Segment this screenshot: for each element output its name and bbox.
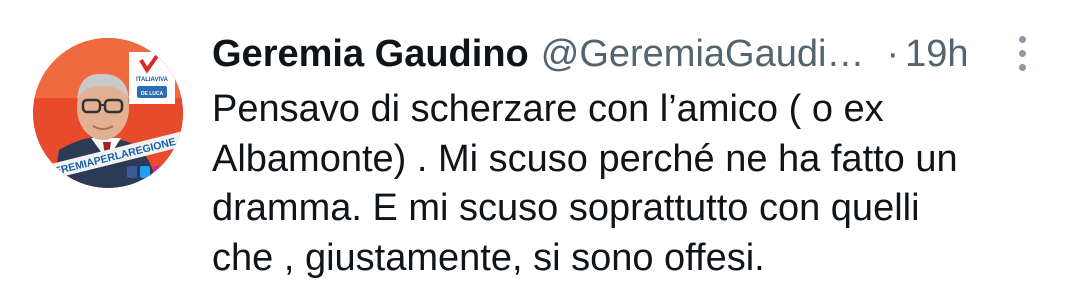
twitter-icon bbox=[140, 166, 150, 178]
separator-dot: · bbox=[886, 33, 900, 75]
tweet-text: Pensavo di scherzare con l’amico ( o ex … bbox=[212, 85, 1032, 283]
party-sub-text: DE LUCA bbox=[141, 91, 164, 97]
tweet-text-line: Albamonte) . Mi scuso perché ne ha fatto… bbox=[212, 137, 958, 180]
facebook-icon bbox=[127, 166, 137, 178]
tweet[interactable]: ITALIAVIVA DE LUCA GEREMIAPERLAREGIONE G… bbox=[0, 0, 1079, 302]
instagram-icon bbox=[153, 166, 163, 178]
tweet-timestamp[interactable]: 19h bbox=[905, 28, 968, 80]
author-handle[interactable]: @GeremiaGaudi… bbox=[541, 28, 865, 80]
tweet-text-line: che , giustamente, si sono offesi. bbox=[212, 236, 765, 279]
more-options-button[interactable] bbox=[1008, 34, 1038, 74]
profile-photo-icon: ITALIAVIVA DE LUCA GEREMIAPERLAREGIONE bbox=[33, 38, 183, 188]
tweet-text-line: dramma. E mi scuso soprattutto con quell… bbox=[212, 187, 920, 229]
party-logo-text: ITALIAVIVA bbox=[136, 77, 169, 83]
author-display-name[interactable]: Geremia Gaudino bbox=[212, 28, 529, 80]
tweet-text-line: Pensavo di scherzare con l’amico ( o ex bbox=[212, 88, 884, 130]
author-avatar[interactable]: ITALIAVIVA DE LUCA GEREMIAPERLAREGIONE bbox=[33, 38, 183, 188]
tweet-header: Geremia Gaudino @GeremiaGaudi… · 19h bbox=[212, 28, 969, 80]
more-vertical-icon bbox=[1019, 36, 1026, 43]
